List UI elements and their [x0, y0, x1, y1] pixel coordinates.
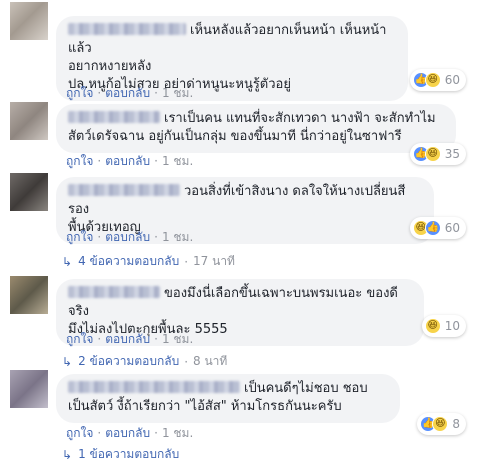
reaction-count: 60	[444, 221, 460, 235]
like-link[interactable]: ถูกใจ	[66, 230, 93, 244]
reaction-count: 35	[444, 147, 460, 161]
reaction-count: 10	[444, 319, 460, 333]
reply-arrow-icon: ↳	[62, 254, 73, 269]
commenter-name[interactable]	[68, 381, 240, 393]
reply-link[interactable]: ตอบกลับ	[105, 332, 150, 346]
haha-icon: 😆	[424, 72, 441, 88]
reply-link[interactable]: ตอบกลับ	[105, 86, 150, 100]
commenter-name[interactable]	[68, 111, 160, 123]
replies-count-link[interactable]: 2 ข้อความตอบกลับ	[78, 352, 179, 371]
commenter-name[interactable]	[68, 286, 160, 298]
reaction-summary[interactable]: 😆 👍 60	[409, 217, 466, 239]
reaction-summary[interactable]: 👍 😆 8	[417, 413, 466, 435]
like-link[interactable]: ถูกใจ	[66, 154, 93, 168]
comment-bubble: เป็นคนดีๆไม่ชอบ ชอบ เป็นสัตว์ งี้ถ้าเรีย…	[56, 374, 400, 423]
reaction-summary[interactable]: 👍 😆 60	[409, 69, 466, 91]
view-replies[interactable]: ↳ 4 ข้อความตอบกลับ · 17 นาที	[62, 252, 235, 271]
comment-text-line: เป็นคนดีๆไม่ชอบ ชอบ	[244, 381, 368, 396]
commenter-name[interactable]	[68, 23, 186, 35]
avatar[interactable]	[10, 276, 48, 314]
haha-icon: 😆	[432, 416, 449, 432]
reply-link[interactable]: ตอบกลับ	[105, 230, 150, 244]
avatar[interactable]	[10, 370, 48, 408]
comment-time[interactable]: 1 ชม.	[162, 230, 193, 244]
comment-bubble: เราเป็นคน แทนที่จะสักเทวดา นางฟ้า จะสักท…	[56, 104, 456, 153]
replies-time: 17 นาที	[193, 254, 235, 268]
reply-link[interactable]: ตอบกลับ	[105, 426, 150, 440]
comment-actions: ถูกใจ · ตอบกลับ · 1 ชม.	[66, 154, 194, 168]
like-link[interactable]: ถูกใจ	[66, 86, 93, 100]
comment-actions: ถูกใจ · ตอบกลับ · 1 ชม.	[66, 332, 194, 346]
like-icon: 👍	[424, 220, 441, 236]
commenter-name[interactable]	[68, 184, 180, 196]
comment-text-line: อยากหงายหลัง	[68, 59, 152, 74]
reply-arrow-icon: ↳	[62, 447, 73, 459]
like-link[interactable]: ถูกใจ	[66, 426, 93, 440]
haha-icon: 😆	[424, 318, 441, 334]
comment-time[interactable]: 1 ชม.	[162, 154, 193, 168]
avatar[interactable]	[10, 173, 48, 211]
view-replies[interactable]: ↳ 2 ข้อความตอบกลับ · 8 นาที	[62, 352, 227, 371]
comment-text-line: เป็นสัตว์ งี้ถ้าเรียกว่า "ไอ้สัส" ห้ามโก…	[68, 399, 342, 414]
reaction-count: 60	[444, 73, 460, 87]
haha-icon: 😆	[424, 146, 441, 162]
comment-text-line: สัตว์เดรัจฉาน อยู่กันเป็นกลุ่ม ของขึ้นมา…	[68, 129, 402, 144]
comment-actions: ถูกใจ · ตอบกลับ · 1 ชม.	[66, 86, 194, 100]
comment-time[interactable]: 1 ชม.	[162, 86, 193, 100]
avatar[interactable]	[10, 2, 48, 40]
replies-count-link[interactable]: 1 ข้อความตอบกลับ	[78, 445, 179, 459]
reaction-summary[interactable]: 👍 😆 35	[409, 143, 466, 165]
like-link[interactable]: ถูกใจ	[66, 332, 93, 346]
comment-text-line: เราเป็นคน แทนที่จะสักเทวดา นางฟ้า จะสักท…	[164, 111, 436, 126]
reaction-count: 8	[452, 417, 460, 431]
avatar[interactable]	[10, 102, 48, 140]
comment-actions: ถูกใจ · ตอบกลับ · 1 ชม.	[66, 426, 194, 440]
comment-time[interactable]: 1 ชม.	[162, 332, 193, 346]
comment-actions: ถูกใจ · ตอบกลับ · 1 ชม.	[66, 230, 194, 244]
reply-arrow-icon: ↳	[62, 354, 73, 369]
view-replies[interactable]: ↳ 1 ข้อความตอบกลับ	[62, 445, 179, 459]
replies-count-link[interactable]: 4 ข้อความตอบกลับ	[78, 252, 179, 271]
reply-link[interactable]: ตอบกลับ	[105, 154, 150, 168]
comment-time[interactable]: 1 ชม.	[162, 426, 193, 440]
replies-time: 8 นาที	[193, 354, 228, 368]
reaction-summary[interactable]: 😆 10	[421, 315, 466, 337]
